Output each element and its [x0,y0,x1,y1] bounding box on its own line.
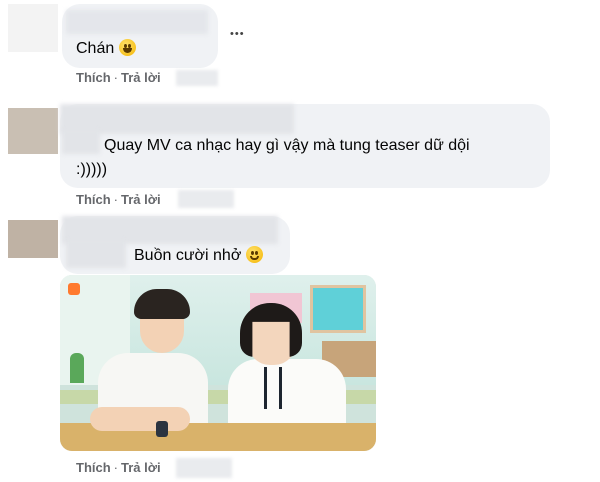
timestamp-redacted[interactable] [178,190,234,208]
comment-text: Chán [76,39,136,59]
like-link[interactable]: Thích [76,70,111,85]
separator-dot: · [113,70,119,85]
attached-photo[interactable] [60,275,376,451]
author-name-redacted[interactable] [62,130,100,154]
photo-person-boy-arm [90,407,190,431]
author-name-redacted[interactable] [66,10,208,34]
reply-link[interactable]: Trả lời [121,70,161,85]
avatar[interactable] [8,108,58,154]
like-link[interactable]: Thích [76,192,111,207]
comment-text-line-1: Quay MV ca nhạc hay gì vậy mà tung tease… [104,137,470,154]
smiling-face-icon [245,246,263,263]
watermark-logo-icon [68,283,80,295]
separator-dot: · [113,460,119,475]
comment-text-content: Chán [76,40,115,57]
comment-actions: Thích · Trả lời [76,192,161,207]
comment-text-line-2: :))))) [76,161,108,178]
timestamp-redacted[interactable] [176,458,232,478]
comment-actions: Thích · Trả lời [76,460,161,475]
reply-link[interactable]: Trả lời [121,460,161,475]
reply-link[interactable]: Trả lời [121,192,161,207]
avatar[interactable] [8,220,58,258]
comment-text: :))))) [76,160,107,180]
avatar[interactable] [8,4,58,52]
more-options-icon[interactable]: ••• [230,28,245,40]
comment-actions: Thích · Trả lời [76,70,161,85]
photo-board [310,285,366,333]
photo-person-boy-hair [134,289,190,319]
author-name-redacted[interactable] [66,240,126,268]
photo-watch [156,421,168,437]
comment-text: Buồn cười nhở [134,246,263,266]
comment-text-content: Buồn cười nhở [134,247,242,264]
laughing-face-icon [118,39,136,56]
photo-plant [70,353,84,383]
photo-bow-tie [264,367,282,409]
like-link[interactable]: Thích [76,460,111,475]
timestamp-redacted[interactable] [176,70,218,86]
separator-dot: · [113,192,119,207]
comment-text: Quay MV ca nhạc hay gì vậy mà tung tease… [104,136,470,156]
